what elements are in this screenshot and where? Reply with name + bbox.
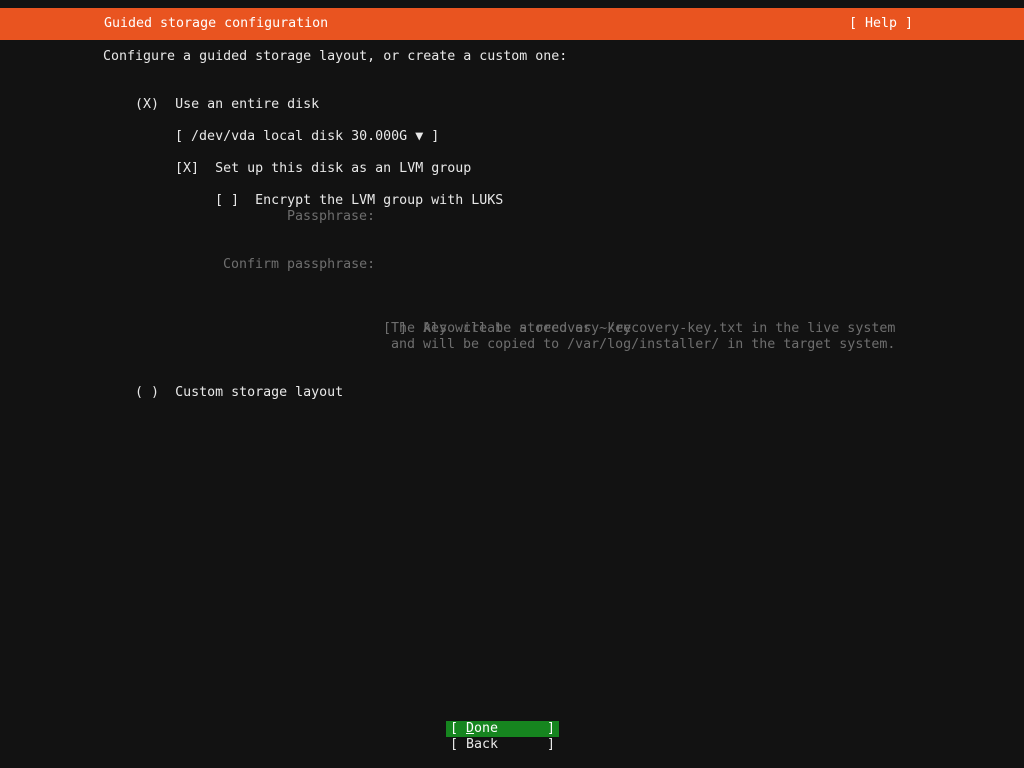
back-button[interactable]: [ Back ] bbox=[446, 737, 559, 753]
done-button-label: Done bbox=[466, 721, 499, 736]
confirm-passphrase-label: Confirm passphrase: bbox=[223, 257, 376, 272]
passphrase-label: Passphrase: bbox=[287, 209, 376, 224]
dropdown-open-bracket: [ bbox=[175, 129, 184, 144]
radio-custom-storage-layout[interactable]: ( ) Custom storage layout bbox=[103, 369, 343, 417]
done-button[interactable]: [ Done ] bbox=[446, 721, 559, 737]
page-title: Guided storage configuration bbox=[104, 16, 329, 31]
recovery-key-description-line1: The key will be stored as ~/recovery-key… bbox=[391, 321, 896, 336]
checkbox-unchecked-icon[interactable]: [ ] bbox=[215, 193, 239, 209]
radio-use-entire-disk-label: Use an entire disk bbox=[175, 97, 320, 112]
disk-dropdown-value: /dev/vda local disk 30.000G bbox=[191, 129, 408, 144]
checkbox-checked-icon[interactable]: [X] bbox=[175, 161, 199, 177]
radio-selected-icon[interactable]: (X) bbox=[135, 97, 159, 113]
checkbox-luks-label: Encrypt the LVM group with LUKS bbox=[255, 193, 504, 208]
intro-text: Configure a guided storage layout, or cr… bbox=[103, 49, 568, 64]
checkbox-lvm-label: Set up this disk as an LVM group bbox=[215, 161, 472, 176]
button-open-bracket: [ bbox=[450, 737, 459, 752]
title-bar: Guided storage configuration [ Help ] bbox=[0, 8, 1024, 40]
dropdown-caret-icon: ▼ bbox=[415, 129, 424, 144]
back-button-label: Back bbox=[466, 737, 499, 752]
dropdown-close-bracket: ] bbox=[431, 129, 440, 144]
installer-screen: Guided storage configuration [ Help ] Co… bbox=[0, 0, 1024, 768]
radio-custom-storage-layout-label: Custom storage layout bbox=[175, 385, 344, 400]
help-button[interactable]: [ Help ] bbox=[849, 16, 913, 32]
recovery-key-description-line2: and will be copied to /var/log/installer… bbox=[391, 337, 896, 352]
button-close-bracket: ] bbox=[546, 721, 555, 736]
button-close-bracket: ] bbox=[546, 737, 555, 752]
button-open-bracket: [ bbox=[450, 721, 459, 736]
radio-unselected-icon[interactable]: ( ) bbox=[135, 385, 159, 401]
